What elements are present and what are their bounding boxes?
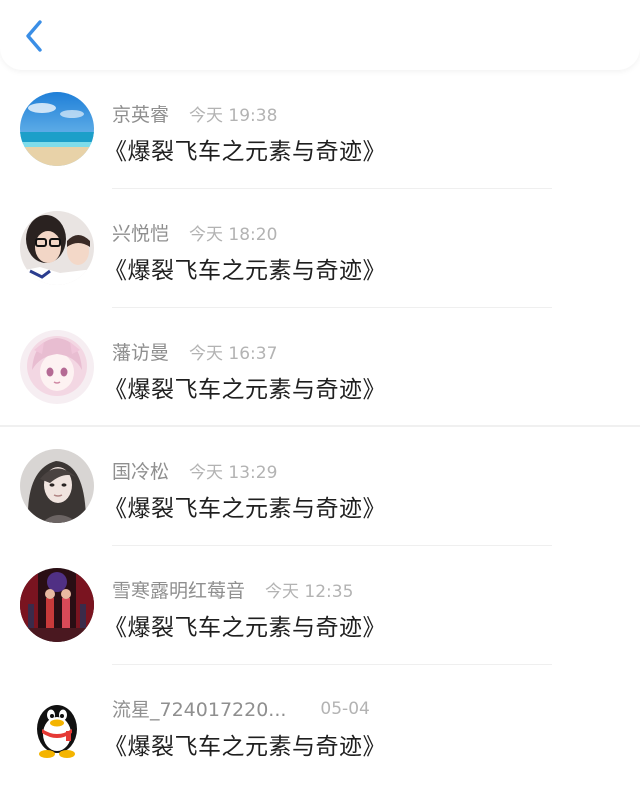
sender-name: 雪寒露明红莓音 [112,580,246,602]
qq-penguin-icon [20,687,94,761]
sender-name: 兴悦恺 [112,223,170,245]
anime-girl-avatar [20,330,94,404]
message-time: 今天 12:35 [265,582,354,602]
beach-photo-avatar [20,92,94,166]
avatar[interactable] [20,449,94,523]
message-time: 今天 16:37 [189,344,278,364]
avatar[interactable] [20,211,94,285]
stage-photo-avatar [20,568,94,642]
message-text: 《爆裂飞车之元素与奇迹》 [104,496,386,522]
top-bar [0,0,640,70]
list-item[interactable]: 京英睿 今天 19:38 《爆裂飞车之元素与奇迹》 [0,70,640,189]
message-text: 《爆裂飞车之元素与奇迹》 [104,734,386,760]
message-text: 《爆裂飞车之元素与奇迹》 [104,377,386,403]
list-item[interactable]: 雪寒露明红莓音 今天 12:35 《爆裂飞车之元素与奇迹》 [0,546,640,665]
back-button[interactable] [14,14,54,58]
message-time: 今天 19:38 [189,106,278,126]
message-list: 京英睿 今天 19:38 《爆裂飞车之元素与奇迹》 兴悦恺 今天 18:20 《… [0,70,640,784]
sender-name: 藩访曼 [112,342,170,364]
selfie-photo-avatar [20,211,94,285]
message-text: 《爆裂飞车之元素与奇迹》 [104,258,386,284]
list-item[interactable]: 藩访曼 今天 16:37 《爆裂飞车之元素与奇迹》 [0,308,640,427]
sender-name: 京英睿 [112,104,170,126]
avatar[interactable] [20,330,94,404]
avatar[interactable] [20,687,94,761]
list-item[interactable]: 国冷松 今天 13:29 《爆裂飞车之元素与奇迹》 [0,427,640,546]
message-text: 《爆裂飞车之元素与奇迹》 [104,615,386,641]
sender-name: 流星_724017220... [112,699,287,721]
message-time: 05-04 [320,698,370,719]
list-item[interactable]: 流星_724017220... 05-04 《爆裂飞车之元素与奇迹》 [0,665,640,784]
avatar[interactable] [20,92,94,166]
chevron-left-icon [26,20,42,52]
sender-name: 国冷松 [112,461,170,483]
message-time: 今天 18:20 [189,225,278,245]
avatar[interactable] [20,568,94,642]
portrait-photo-avatar [20,449,94,523]
list-item[interactable]: 兴悦恺 今天 18:20 《爆裂飞车之元素与奇迹》 [0,189,640,308]
message-time: 今天 13:29 [189,463,278,483]
message-text: 《爆裂飞车之元素与奇迹》 [104,139,386,165]
